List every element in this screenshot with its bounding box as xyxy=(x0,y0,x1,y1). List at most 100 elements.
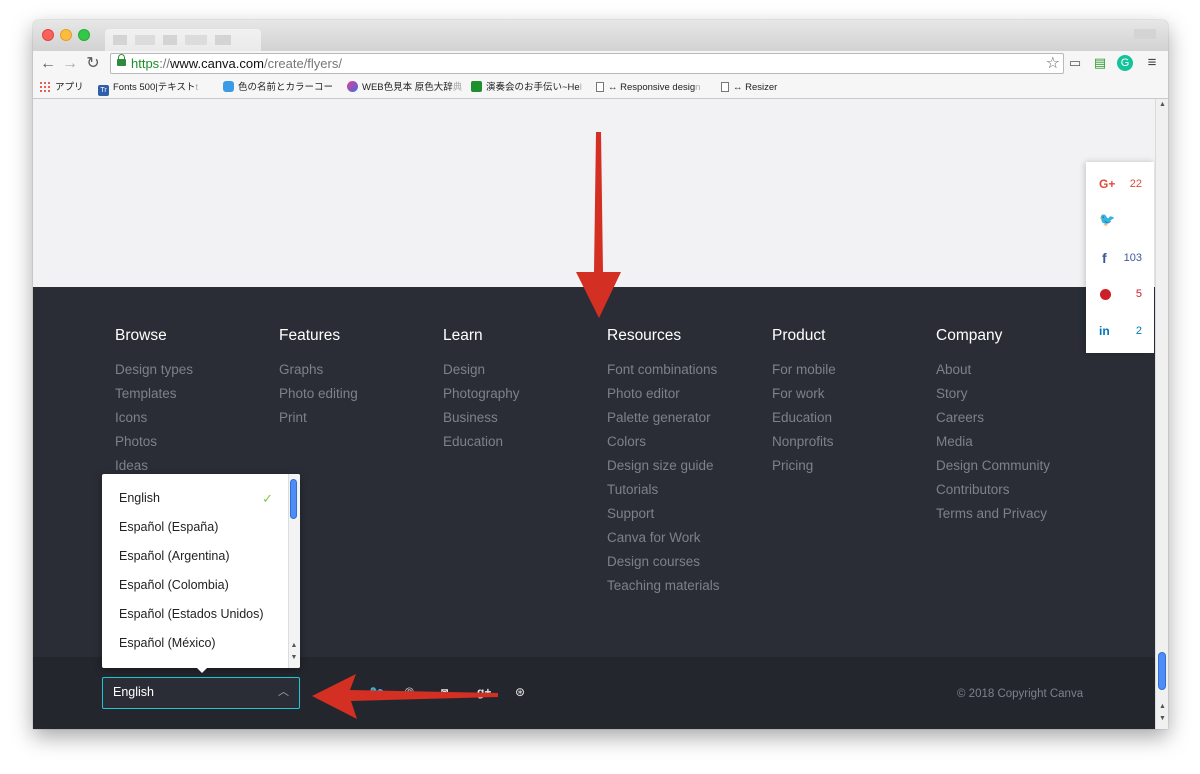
footer-link[interactable]: Business xyxy=(443,406,520,430)
footer-link[interactable]: Templates xyxy=(115,382,193,406)
bookmark-responsive-design[interactable]: ↔ Responsive design xyxy=(596,81,700,95)
footer-link[interactable]: Tutorials xyxy=(607,478,720,502)
footer-link[interactable]: Contributors xyxy=(936,478,1050,502)
footer-link[interactable]: Print xyxy=(279,406,358,430)
dropdown-scrollbar[interactable]: ▲ ▼ xyxy=(288,474,300,668)
share-widget: G+ 22 🐦 f 103 5 in 2 xyxy=(1086,162,1154,353)
share-linkedin[interactable]: in 2 xyxy=(1086,321,1154,341)
footer-link[interactable]: Design xyxy=(443,358,520,382)
share-google-plus[interactable]: G+ 22 xyxy=(1086,174,1154,194)
footer-link[interactable]: Graphs xyxy=(279,358,358,382)
instagram-icon[interactable]: ◙ xyxy=(441,685,448,699)
footer-link[interactable]: Education xyxy=(443,430,520,454)
menu-icon[interactable]: ≡ xyxy=(1143,54,1161,72)
share-facebook[interactable]: f 103 xyxy=(1086,248,1154,268)
browser-tab[interactable] xyxy=(105,29,261,51)
footer-link[interactable]: Design size guide xyxy=(607,454,720,478)
scroll-up-arrow-icon[interactable]: ▲ xyxy=(1158,703,1167,710)
minimize-window-button[interactable] xyxy=(60,29,72,41)
cast-icon[interactable]: ▭ xyxy=(1066,54,1084,72)
bookmark-fonts[interactable]: Tr Fonts 500|テキストt xyxy=(98,81,198,96)
footer-column-resources: Resources Font combinations Photo editor… xyxy=(607,326,720,598)
reload-icon[interactable]: ↻ xyxy=(84,54,102,74)
bookmark-web-colors[interactable]: WEB色見本 原色大辞典 xyxy=(347,81,462,95)
bookmark-apps[interactable]: アプリ xyxy=(39,81,84,95)
footer-link[interactable]: Photos xyxy=(115,430,193,454)
footer-link[interactable]: Canva for Work xyxy=(607,526,720,550)
scrollbar-thumb[interactable] xyxy=(290,479,297,519)
color-favicon-icon xyxy=(223,81,234,92)
footer-link[interactable]: Icons xyxy=(115,406,193,430)
footer-link[interactable]: Teaching materials xyxy=(607,574,720,598)
footer-column-title: Learn xyxy=(443,327,483,344)
print-friendly-icon[interactable]: ▤ xyxy=(1091,54,1109,72)
footer-link[interactable]: Media xyxy=(936,430,1050,454)
footer-link[interactable]: Education xyxy=(772,406,836,430)
page-viewport: Browse Design types Templates Icons Phot… xyxy=(33,99,1168,729)
share-count: 5 xyxy=(1135,288,1142,300)
footer-link[interactable]: Photography xyxy=(443,382,520,406)
footer-link[interactable]: Terms and Privacy xyxy=(936,502,1050,526)
footer-link[interactable]: Photo editor xyxy=(607,382,720,406)
footer-column-title: Product xyxy=(772,327,826,344)
footer-link[interactable]: Design types xyxy=(115,358,193,382)
title-bar xyxy=(33,20,1168,51)
zoom-window-button[interactable] xyxy=(78,29,90,41)
dribbble-icon[interactable]: ⊛ xyxy=(515,685,525,699)
footer-link[interactable]: For work xyxy=(772,382,836,406)
bookmark-resizer[interactable]: ↔ Resizer xyxy=(721,81,777,95)
address-bar[interactable]: https://www.canva.com/create/flyers/ ☆ xyxy=(110,53,1064,74)
google-plus-icon[interactable]: g+ xyxy=(477,685,491,699)
share-twitter[interactable]: 🐦 xyxy=(1086,210,1154,230)
footer-link[interactable]: Pricing xyxy=(772,454,836,478)
back-arrow-icon[interactable]: ← xyxy=(39,54,57,74)
footer-link[interactable]: Design Community xyxy=(936,454,1050,478)
lock-icon xyxy=(117,54,126,66)
bookmark-color-names[interactable]: 色の名前とカラーコー xyxy=(223,81,333,95)
language-option[interactable]: Español (México) xyxy=(102,629,300,658)
footer-column-browse: Browse Design types Templates Icons Phot… xyxy=(115,326,193,478)
footer-link[interactable]: Story xyxy=(936,382,1050,406)
footer-link[interactable]: For mobile xyxy=(772,358,836,382)
forward-arrow-icon[interactable]: → xyxy=(61,54,79,74)
share-pinterest[interactable]: 5 xyxy=(1086,284,1154,304)
facebook-icon: f xyxy=(1102,250,1107,266)
footer-link[interactable]: Photo editing xyxy=(279,382,358,406)
fonts-favicon-icon: Tr xyxy=(98,85,109,96)
scroll-down-arrow-icon[interactable]: ▼ xyxy=(290,654,298,662)
bookmarks-bar: アプリ Tr Fonts 500|テキストt 色の名前とカラーコー WEB色見本 … xyxy=(33,77,1168,99)
footer-link[interactable]: Colors xyxy=(607,430,720,454)
language-option[interactable]: Español (Argentina) xyxy=(102,542,300,571)
scrollbar-thumb[interactable] xyxy=(1158,652,1166,690)
footer-link[interactable]: Careers xyxy=(936,406,1050,430)
language-option[interactable]: Español (España) xyxy=(102,513,300,542)
bookmark-ensoukai[interactable]: 演奏会のお手伝い~Hel xyxy=(471,81,582,95)
scroll-down-arrow-icon[interactable]: ▼ xyxy=(1158,715,1167,722)
scroll-up-arrow-icon[interactable]: ▲ xyxy=(1158,101,1167,108)
footer-link[interactable]: About xyxy=(936,358,1050,382)
language-option[interactable]: Español (Estados Unidos) xyxy=(102,600,300,629)
footer-link[interactable]: Palette generator xyxy=(607,406,720,430)
dropdown-pointer xyxy=(195,666,209,673)
footer-link[interactable]: Font combinations xyxy=(607,358,720,382)
close-window-button[interactable] xyxy=(42,29,54,41)
bookmark-star-icon[interactable]: ☆ xyxy=(1046,54,1060,73)
footer-link[interactable]: Design courses xyxy=(607,550,720,574)
language-select[interactable]: English ︿ xyxy=(102,677,300,709)
language-dropdown[interactable]: English ✓ Español (España) Español (Arge… xyxy=(102,474,300,668)
footer-link[interactable]: Nonprofits xyxy=(772,430,836,454)
pinterest-icon[interactable]: ℗ xyxy=(405,685,414,699)
document-icon xyxy=(721,82,729,92)
scroll-up-arrow-icon[interactable]: ▲ xyxy=(290,642,298,650)
footer-column-product: Product For mobile For work Education No… xyxy=(772,326,836,478)
language-option-english[interactable]: English ✓ xyxy=(102,484,300,513)
apps-grid-icon xyxy=(39,81,50,92)
language-option[interactable]: Español (Colombia) xyxy=(102,571,300,600)
footer-column-company: Company About Story Careers Media Design… xyxy=(936,326,1050,526)
footer-link[interactable]: Support xyxy=(607,502,720,526)
page-scrollbar[interactable]: ▲ ▲ ▼ xyxy=(1155,99,1168,729)
browser-window: ← → ↻ https://www.canva.com/create/flyer… xyxy=(33,20,1168,729)
twitter-icon[interactable]: 🐦 xyxy=(369,685,384,699)
profile-button[interactable] xyxy=(1134,29,1156,39)
grammarly-icon[interactable]: G xyxy=(1117,55,1133,71)
